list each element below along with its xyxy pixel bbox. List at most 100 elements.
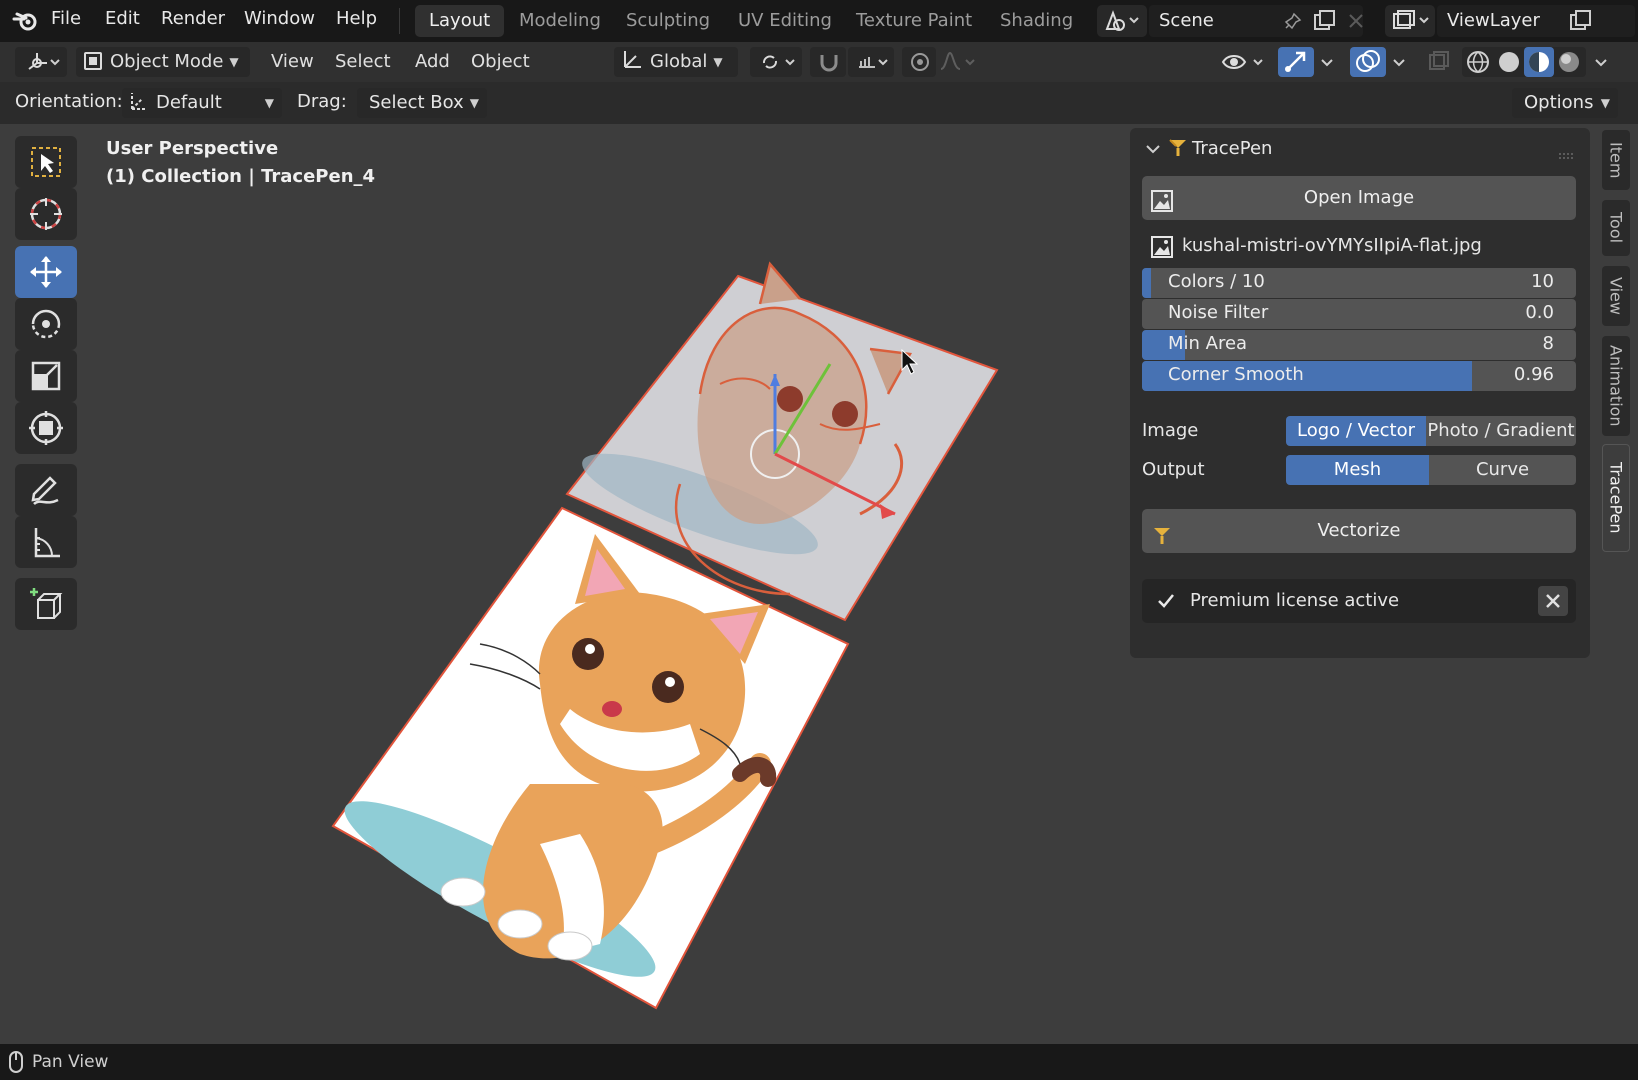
sidebar-tab-view[interactable]: View — [1602, 266, 1630, 326]
overlays-toggle[interactable] — [1350, 47, 1386, 77]
sidebar-tab-label: TracePen — [1606, 462, 1626, 534]
min-area-slider[interactable]: Min Area 8 — [1142, 330, 1576, 360]
menu-view[interactable]: View — [271, 47, 314, 77]
panel-collapse-chevron-icon[interactable] — [1144, 140, 1162, 163]
license-status-text: Premium license active — [1190, 590, 1400, 611]
menu-add[interactable]: Add — [415, 47, 450, 77]
close-scene-icon[interactable] — [1346, 11, 1366, 31]
menu-help[interactable]: Help — [336, 8, 377, 29]
overlays-dropdown[interactable] — [1388, 47, 1410, 77]
slider-fill — [1142, 268, 1151, 298]
image-file-icon — [1150, 235, 1174, 264]
drag-handle-icon[interactable] — [1558, 144, 1576, 165]
drag-value: Select Box — [369, 92, 464, 113]
pin-icon[interactable] — [1282, 12, 1302, 32]
menu-object[interactable]: Object — [471, 47, 530, 77]
dismiss-license-button[interactable] — [1538, 586, 1568, 616]
menu-window[interactable]: Window — [244, 8, 315, 29]
noise-filter-slider[interactable]: Noise Filter 0.0 — [1142, 299, 1576, 329]
snap-increment-icon — [859, 57, 888, 68]
material-shading-icon[interactable] — [1529, 52, 1549, 72]
new-scene-icon[interactable] — [1312, 9, 1338, 33]
menu-select[interactable]: Select — [335, 47, 391, 77]
sidebar-tab-label: Tool — [1606, 212, 1626, 244]
menu-file[interactable]: File — [51, 8, 81, 29]
slider-label: Min Area — [1168, 333, 1248, 354]
proportional-editing-icon — [911, 53, 929, 71]
open-image-button[interactable]: Open Image — [1142, 176, 1576, 220]
falloff-curve-icon — [940, 51, 975, 70]
tab-shading[interactable]: Shading — [986, 5, 1087, 37]
xray-toggle[interactable] — [1424, 47, 1454, 77]
snap-toggle[interactable] — [810, 47, 846, 77]
axes-icon — [28, 53, 60, 70]
shading-dropdown[interactable] — [1590, 47, 1612, 77]
tab-texture-paint[interactable]: Texture Paint — [842, 5, 986, 37]
pivot-point-dropdown[interactable] — [750, 47, 802, 77]
slider-value: 0.96 — [1513, 364, 1554, 385]
sidebar-tab-item[interactable]: Item — [1602, 130, 1630, 190]
slider-label: Corner Smooth — [1168, 364, 1304, 385]
transform-orientation-dropdown[interactable]: Global ▼ — [614, 47, 738, 77]
viewlayer-name-field[interactable]: ViewLayer — [1437, 5, 1635, 37]
viewport-header: Object Mode ▼ View Select Add Object Glob… — [0, 42, 1638, 82]
slider-value: 10 — [1531, 271, 1554, 292]
rendered-shading-icon[interactable] — [1559, 52, 1579, 72]
options-dropdown[interactable]: Options ▼ — [1512, 88, 1618, 118]
object-mode-icon — [84, 52, 102, 70]
solid-shading-icon[interactable] — [1499, 52, 1519, 72]
vectorize-button[interactable]: Vectorize — [1142, 509, 1576, 553]
slider-value: 8 — [1542, 333, 1554, 354]
chevron-down-icon — [1393, 59, 1405, 67]
blender-logo-icon[interactable] — [12, 10, 40, 32]
sidebar-tab-tracepen[interactable]: TracePen — [1602, 444, 1630, 552]
tracepen-logo-icon — [1168, 136, 1188, 163]
eye-icon — [1221, 55, 1263, 69]
image-type-logo-vector[interactable]: Logo / Vector — [1286, 416, 1426, 446]
scene-browse-button[interactable] — [1097, 5, 1147, 37]
tab-modeling[interactable]: Modeling — [505, 5, 615, 37]
editor-type-dropdown[interactable] — [15, 47, 67, 77]
object-mode-label: Object Mode — [110, 51, 224, 72]
menu-edit[interactable]: Edit — [105, 8, 140, 29]
wireframe-shading-icon[interactable] — [1467, 51, 1489, 73]
3d-viewport[interactable]: User Perspective (1) Collection | TraceP… — [0, 124, 1638, 1044]
tab-sculpting[interactable]: Sculpting — [612, 5, 724, 37]
tracepen-panel: TracePen Open Image kushal-mistri-ovYMYs… — [1130, 128, 1590, 658]
sidebar-tab-label: View — [1606, 277, 1626, 315]
colors-slider[interactable]: Colors / 10 10 — [1142, 268, 1576, 298]
snap-target-dropdown[interactable] — [848, 47, 894, 77]
new-viewlayer-icon[interactable] — [1568, 9, 1594, 33]
orientation-label: Orientation: — [15, 91, 123, 112]
image-type-photo-gradient[interactable]: Photo / Gradient — [1426, 416, 1576, 446]
gizmo-toggle[interactable] — [1278, 47, 1314, 77]
output-curve[interactable]: Curve — [1429, 455, 1576, 485]
menu-render[interactable]: Render — [161, 8, 225, 29]
sidebar-tab-animation[interactable]: Animation — [1602, 336, 1630, 436]
viewlayer-browse-button[interactable] — [1385, 5, 1435, 37]
falloff-dropdown[interactable] — [938, 47, 978, 77]
chevron-down-icon — [1595, 59, 1607, 67]
output-mesh[interactable]: Mesh — [1286, 455, 1429, 485]
slider-label: Colors / 10 — [1168, 271, 1265, 292]
tab-uv-editing[interactable]: UV Editing — [724, 5, 846, 37]
magnet-icon — [820, 55, 838, 72]
slider-value: 0.0 — [1525, 302, 1554, 323]
pivot-icon — [763, 55, 795, 69]
object-mode-dropdown[interactable]: Object Mode ▼ — [76, 47, 250, 77]
sidebar-tab-label: Item — [1606, 141, 1626, 179]
tab-layout[interactable]: Layout — [415, 5, 505, 37]
chevron-down-icon: ▼ — [229, 55, 239, 69]
output-label: Output — [1142, 459, 1205, 480]
gizmo-dropdown[interactable] — [1316, 47, 1338, 77]
visibility-dropdown[interactable] — [1220, 47, 1270, 77]
proportional-editing-toggle[interactable] — [902, 47, 936, 77]
corner-smooth-slider[interactable]: Corner Smooth 0.96 — [1142, 361, 1576, 391]
status-bar: Pan View — [0, 1044, 1638, 1080]
chevron-down-icon — [1321, 59, 1333, 67]
drag-dropdown[interactable]: Select Box ▼ — [357, 88, 487, 118]
viewlayer-name: ViewLayer — [1447, 10, 1540, 31]
image-type-label: Image — [1142, 420, 1199, 441]
orientation-dropdown[interactable]: Default ▼ — [122, 88, 282, 118]
sidebar-tab-tool[interactable]: Tool — [1602, 200, 1630, 256]
